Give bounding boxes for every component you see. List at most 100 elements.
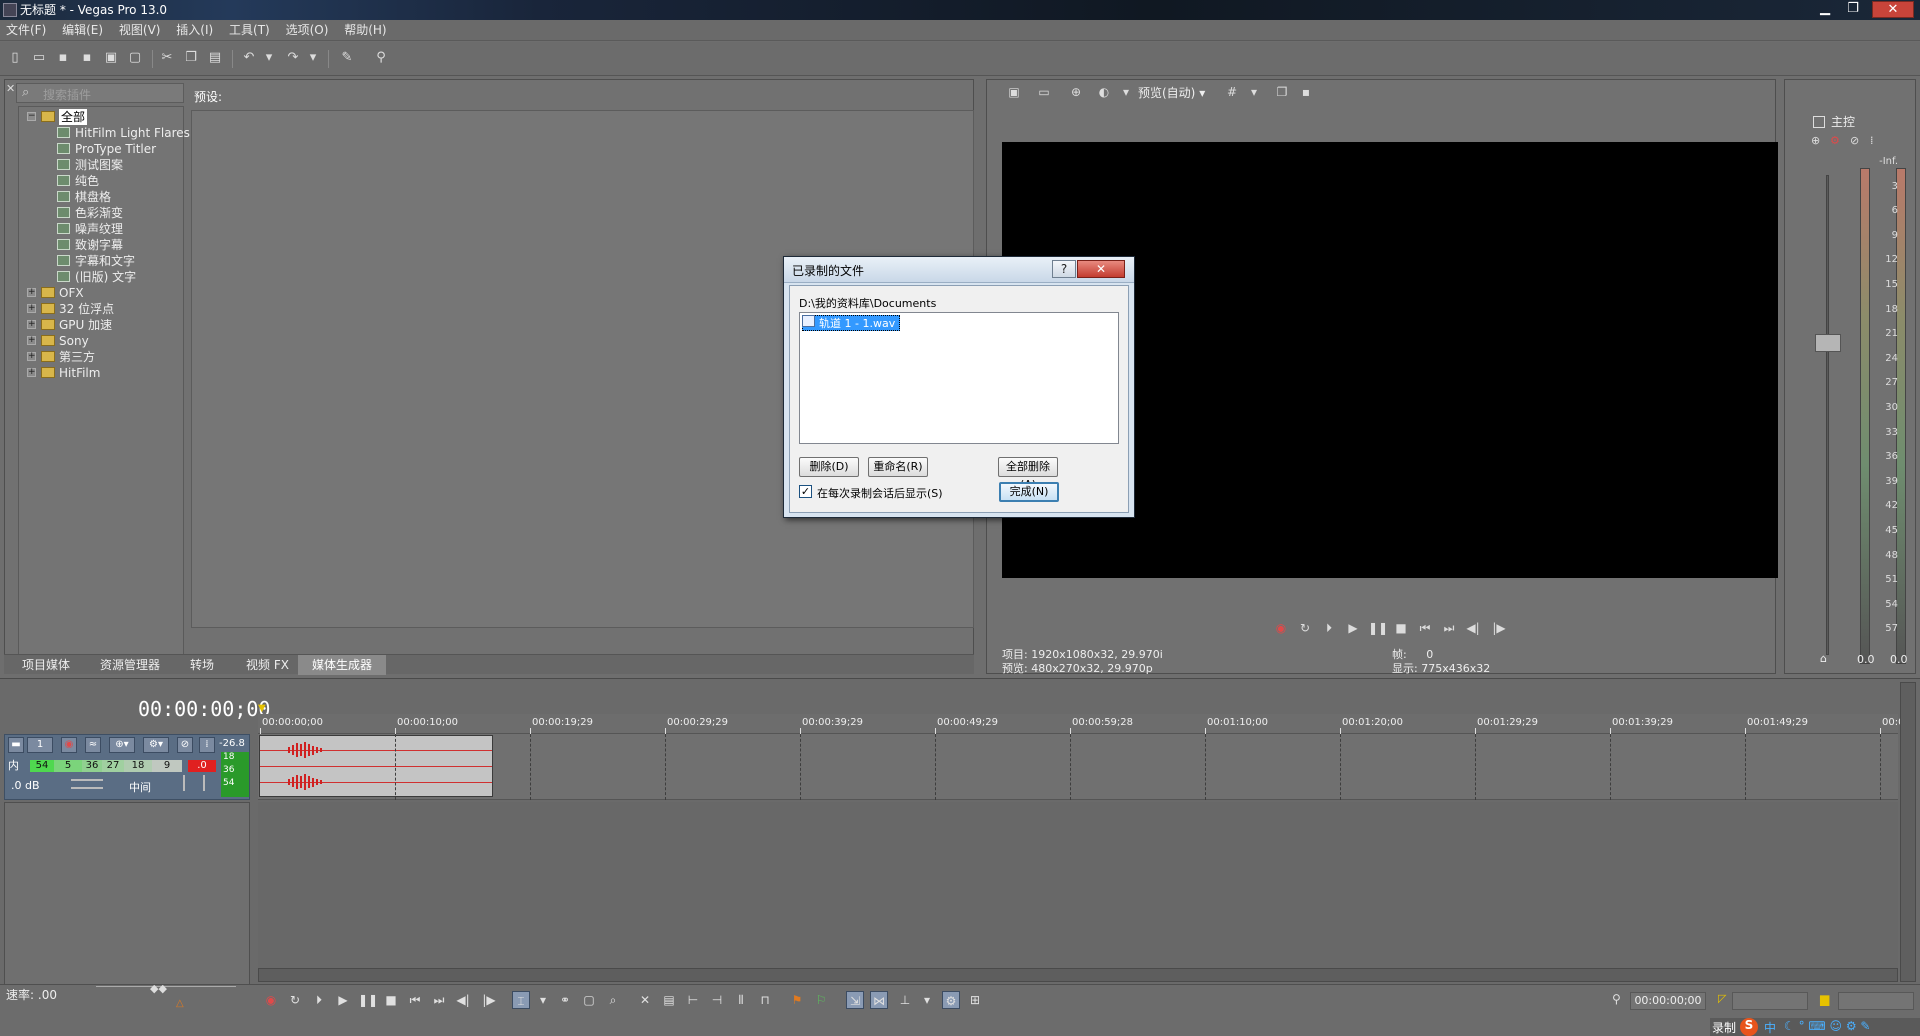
master-lock-icon[interactable]: ⌂ xyxy=(1820,652,1827,665)
plugin-search-input[interactable]: ⌕ 搜索插件 xyxy=(16,83,184,103)
record-icon[interactable]: ◉ xyxy=(1272,619,1290,637)
timeline-vertical-scrollbar[interactable] xyxy=(1900,682,1916,982)
plugin-tree-item[interactable]: 噪声纹理 xyxy=(19,221,183,237)
expand-icon[interactable]: + xyxy=(27,368,36,377)
left-tab[interactable]: 视频 FX xyxy=(232,655,303,675)
video-output-icon[interactable]: ▣ xyxy=(1006,84,1022,100)
auto-crossfade-icon[interactable]: ⋈ xyxy=(870,991,888,1009)
go-to-start-icon[interactable]: ⏮ xyxy=(1416,619,1434,637)
plugin-tree-item[interactable]: 色彩渐变 xyxy=(19,205,183,221)
menu-file[interactable]: 文件(F) xyxy=(0,20,52,41)
plugin-tree[interactable]: − 全部 HitFilm Light Flares ProType Titler 测试图… xyxy=(18,106,190,656)
external-monitor-icon[interactable]: ▭ xyxy=(1036,84,1052,100)
trim-icon[interactable]: ▤ xyxy=(660,991,678,1009)
loop-icon[interactable]: ↻ xyxy=(1296,619,1314,637)
insert-region-icon[interactable]: ⚐ xyxy=(812,991,830,1009)
timeline-stop-icon[interactable]: ■ xyxy=(382,991,400,1009)
expand-icon[interactable]: + xyxy=(27,304,36,313)
dialog-help-button[interactable]: ? xyxy=(1052,260,1076,278)
go-to-end-icon[interactable]: ⏭ xyxy=(1440,619,1458,637)
rename-button[interactable]: 重命名(R) xyxy=(868,457,928,477)
overlays-dropdown-icon[interactable]: ▾ xyxy=(1246,84,1262,100)
master-mute-icon[interactable]: ⚙ xyxy=(1830,134,1840,147)
expand-icon[interactable]: + xyxy=(27,336,36,345)
split-screen-icon[interactable]: ◐ xyxy=(1096,84,1112,100)
plugin-tree-folder[interactable]: + 第三方 xyxy=(19,349,183,365)
maximize-button[interactable]: ❐ xyxy=(1840,1,1866,18)
selection-length-field[interactable] xyxy=(1732,992,1808,1010)
left-tab[interactable]: 媒体生成器 xyxy=(298,655,387,675)
left-tab[interactable]: 项目媒体 xyxy=(8,655,84,675)
snapping-icon[interactable]: ⇲ xyxy=(846,991,864,1009)
plugin-tree-item[interactable]: 纯色 xyxy=(19,173,183,189)
master-solo-icon[interactable]: ⊘ xyxy=(1850,134,1859,147)
trim-end-icon[interactable]: ⊣ xyxy=(708,991,726,1009)
master-fx-icon[interactable]: ⊕ xyxy=(1811,134,1820,147)
cursor-position-time[interactable]: 00:00:00;00 xyxy=(1630,992,1706,1010)
delete-all-button[interactable]: 全部删除(A) xyxy=(998,457,1058,491)
menu-tools[interactable]: 工具(T) xyxy=(223,20,276,41)
minimize-button[interactable]: ▁ xyxy=(1812,1,1838,18)
arm-record-icon[interactable]: ◉ xyxy=(61,737,77,753)
panel-close-icon[interactable]: ✕ xyxy=(6,82,15,95)
undo-dropdown-icon[interactable]: ▾ xyxy=(260,49,278,67)
timeline-empty-area[interactable] xyxy=(258,802,1898,968)
split-dropdown-icon[interactable]: ▾ xyxy=(1118,84,1134,100)
plugin-tree-folder[interactable]: + OFX xyxy=(19,285,183,301)
track-list-empty-area[interactable] xyxy=(4,802,250,1000)
timeline-next-frame-icon[interactable]: |▶ xyxy=(480,991,498,1009)
audio-track-lane[interactable] xyxy=(258,734,1898,800)
new-file-icon[interactable]: ▯ xyxy=(6,49,24,67)
plugin-tree-folder[interactable]: − 全部 xyxy=(19,109,183,125)
plugin-tree-folder[interactable]: +32 位浮点 xyxy=(19,301,183,317)
split-icon[interactable]: ⫴ xyxy=(732,991,750,1009)
paste-icon[interactable]: ▤ xyxy=(206,49,224,67)
render-icon[interactable]: ▣ xyxy=(102,49,120,67)
time-ruler[interactable]: 00:00:00;00 00:00:10;00 00:00:19;29 00:00:2… xyxy=(258,714,1904,734)
timeline-play-from-start-icon[interactable]: ⏵ xyxy=(310,991,328,1009)
timeline-play-icon[interactable]: ▶ xyxy=(334,991,352,1009)
done-button[interactable]: 完成(N) xyxy=(999,482,1059,502)
edit-tool-dropdown-icon[interactable]: ▾ xyxy=(534,991,552,1009)
master-info-icon[interactable]: ⁞ xyxy=(1870,134,1874,147)
previous-frame-icon[interactable]: ◀| xyxy=(1464,619,1482,637)
menu-view[interactable]: 视图(V) xyxy=(113,20,167,41)
preview-quality-dropdown[interactable]: 预览(自动) ▾ xyxy=(1138,84,1205,101)
insert-marker-icon[interactable]: ⚑ xyxy=(788,991,806,1009)
timeline-previous-frame-icon[interactable]: ◀| xyxy=(454,991,472,1009)
expand-icon[interactable]: + xyxy=(27,288,36,297)
ime-toolbar[interactable]: 录制 S 中 ☾ ° ⌨ ☺ ⚙ ✎ xyxy=(1710,1018,1920,1036)
stop-icon[interactable]: ■ xyxy=(1392,619,1410,637)
save-snapshot-icon[interactable]: ▪ xyxy=(1298,84,1314,100)
redo-icon[interactable]: ↷ xyxy=(284,49,302,67)
play-icon[interactable]: ▶ xyxy=(1344,619,1362,637)
dialog-titlebar[interactable]: 已录制的文件 ? ✕ xyxy=(784,257,1134,283)
properties-icon[interactable]: ▢ xyxy=(126,49,144,67)
timeline-go-to-start-icon[interactable]: ⏮ xyxy=(406,991,424,1009)
delete-button[interactable]: 删除(D) xyxy=(799,457,859,477)
redo-dropdown-icon[interactable]: ▾ xyxy=(304,49,322,67)
solo-icon[interactable]: ⁞ xyxy=(199,737,215,753)
track-minimize-icon[interactable]: ▬ xyxy=(8,737,24,753)
plugin-tree-item[interactable]: ProType Titler xyxy=(19,141,183,157)
plugin-tree-item[interactable]: 棋盘格 xyxy=(19,189,183,205)
auto-ripple-dropdown-icon[interactable]: ▾ xyxy=(918,991,936,1009)
plugin-tree-item[interactable]: HitFilm Light Flares xyxy=(19,125,190,141)
next-frame-icon[interactable]: |▶ xyxy=(1490,619,1508,637)
open-folder-icon[interactable]: ▭ xyxy=(30,49,48,67)
timeline-pause-icon[interactable]: ❚❚ xyxy=(358,991,378,1009)
envelope-tool-icon[interactable]: ⚭ xyxy=(556,991,574,1009)
trim-start-icon[interactable]: ⊢ xyxy=(684,991,702,1009)
left-tab[interactable]: 转场 xyxy=(176,655,228,675)
plugin-tree-folder[interactable]: + HitFilm xyxy=(19,365,183,381)
master-fader[interactable] xyxy=(1815,334,1841,352)
plugin-tree-item[interactable]: 致谢字幕 xyxy=(19,237,183,253)
pan-slider[interactable] xyxy=(183,775,205,791)
expand-icon[interactable]: + xyxy=(27,352,36,361)
timeline-horizontal-scrollbar[interactable] xyxy=(258,968,1898,982)
save-as-icon[interactable]: ▪ xyxy=(78,49,96,67)
menu-options[interactable]: 选项(O) xyxy=(280,20,335,41)
plugin-tree-item[interactable]: (旧版) 文字 xyxy=(19,269,183,285)
recorded-file-item[interactable]: 轨道 1 - 1.wav xyxy=(802,315,901,331)
copy-snapshot-icon[interactable]: ❐ xyxy=(1274,84,1290,100)
